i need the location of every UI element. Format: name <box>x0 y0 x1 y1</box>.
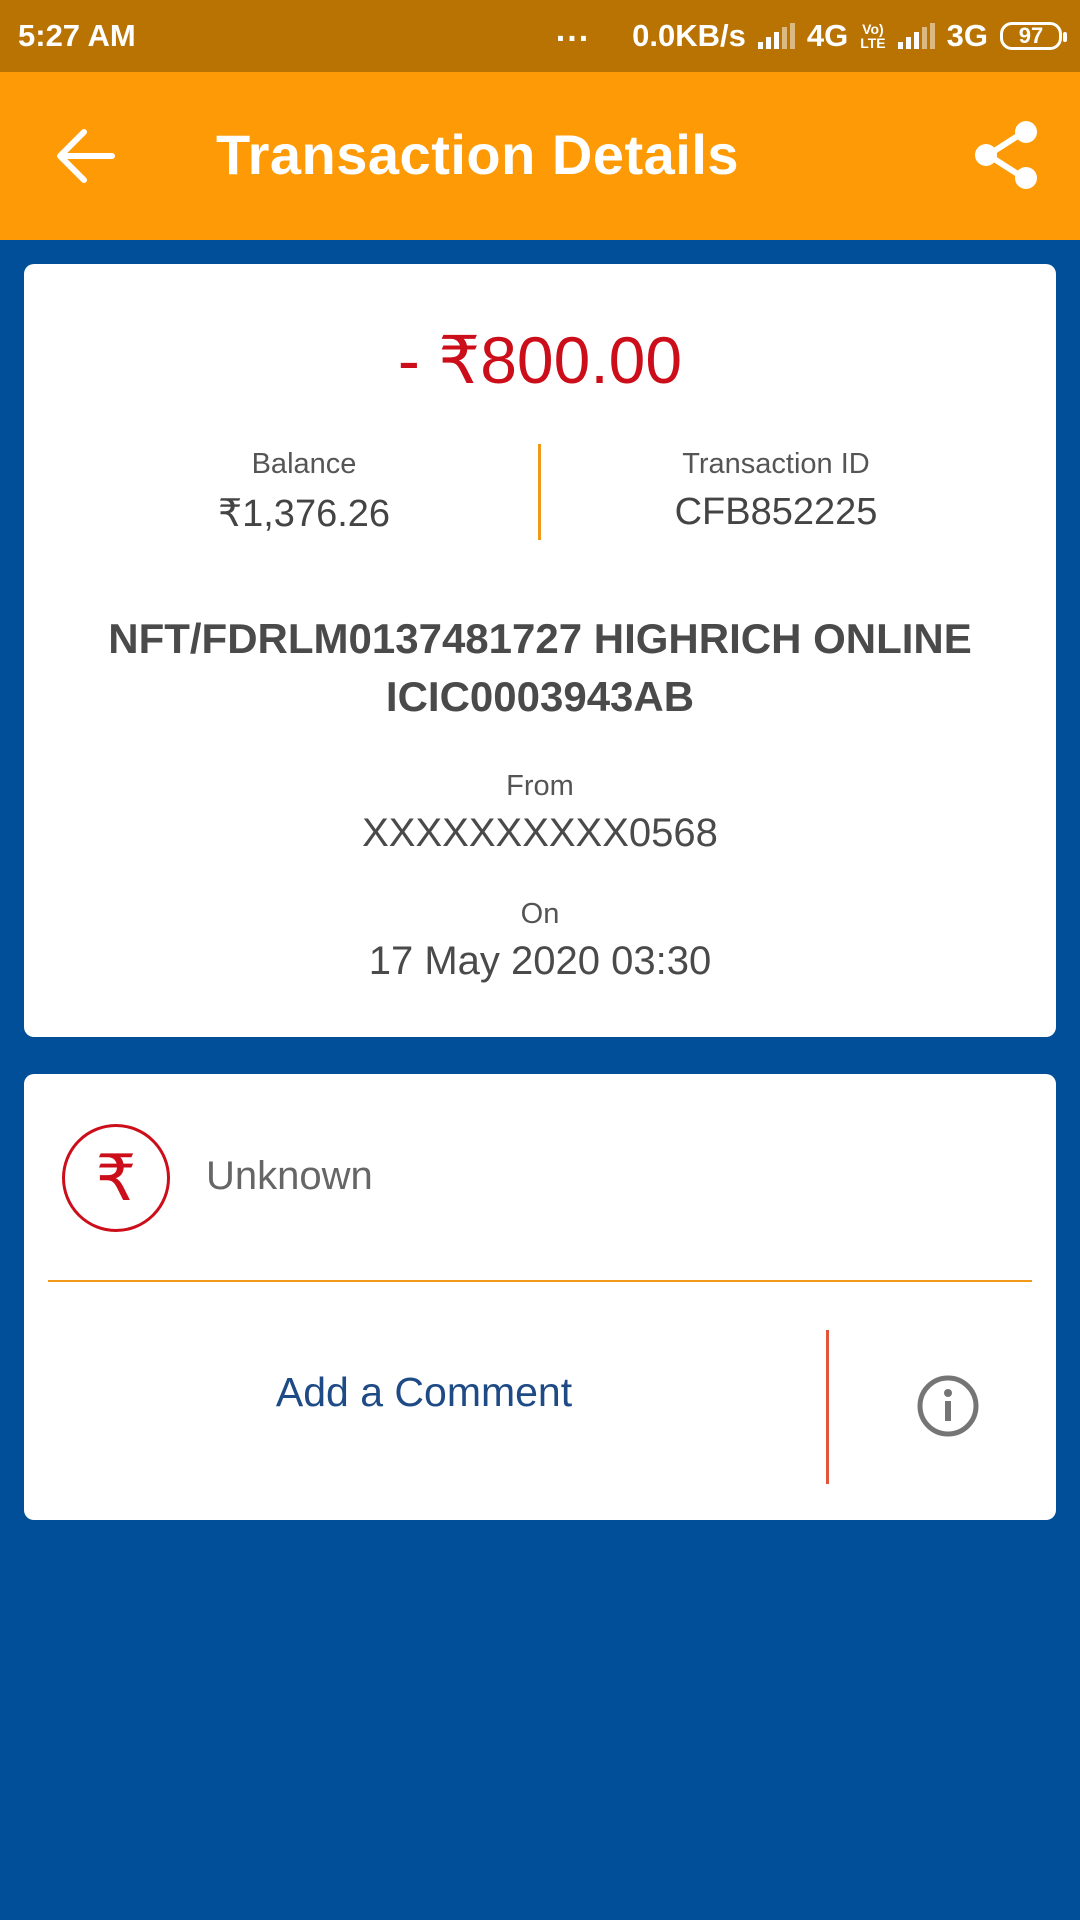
date-block: On 17 May 2020 03:30 <box>24 898 1056 984</box>
info-button[interactable] <box>916 1374 980 1438</box>
from-account: XXXXXXXXXX0568 <box>362 811 718 855</box>
from-block: From XXXXXXXXXX0568 <box>24 770 1056 856</box>
add-comment-button[interactable]: Add a Comment <box>24 1330 824 1454</box>
status-bar: 5:27 AM ... 0.0KB/s 4G Vo) LTE 3G 97 <box>0 0 1080 72</box>
arrow-left-icon <box>57 129 115 183</box>
transaction-date: 17 May 2020 03:30 <box>368 939 712 983</box>
status-icons: ... 0.0KB/s 4G Vo) LTE 3G 97 <box>556 11 1067 56</box>
category-label[interactable]: Unknown <box>206 1154 373 1199</box>
info-icon <box>917 1375 979 1437</box>
app-bar: Transaction Details <box>0 72 1080 240</box>
network-type-3g: 3G <box>946 18 988 53</box>
rupee-icon[interactable]: ₹ <box>62 1124 170 1232</box>
divider <box>538 444 541 540</box>
signal-icon-2 <box>897 23 935 49</box>
volte-icon: Vo) LTE <box>860 21 886 51</box>
network-speed: 0.0KB/s <box>632 18 746 53</box>
category-card: ₹ Unknown Add a Comment <box>24 1074 1056 1520</box>
back-button[interactable] <box>50 124 120 188</box>
from-label: From <box>506 770 574 802</box>
divider <box>48 1280 1032 1282</box>
transaction-description: NFT/FDRLM0137481727 HIGHRICH ONLINE ICIC… <box>108 615 972 720</box>
balance-block: Balance ₹1,376.26 <box>84 448 524 536</box>
page-title: Transaction Details <box>216 123 740 186</box>
divider <box>826 1330 829 1484</box>
battery-icon: 97 <box>1000 22 1067 50</box>
transaction-amount: - ₹800.00 <box>397 323 683 397</box>
share-icon <box>975 121 1037 189</box>
share-button[interactable] <box>970 118 1044 192</box>
balance-value: ₹1,376.26 <box>217 493 391 535</box>
balance-label: Balance <box>251 448 357 480</box>
more-notifications-icon: ... <box>555 10 591 49</box>
network-type-4g: 4G <box>806 18 849 53</box>
transaction-card: - ₹800.00 Balance ₹1,376.26 Transaction … <box>24 264 1056 1037</box>
transaction-id-value: CFB852225 <box>674 491 878 533</box>
signal-icon <box>757 23 795 49</box>
transaction-id-label: Transaction ID <box>682 448 870 480</box>
status-time: 5:27 AM <box>18 18 136 53</box>
transaction-id-block: Transaction ID CFB852225 <box>556 448 996 534</box>
date-label: On <box>520 898 560 930</box>
